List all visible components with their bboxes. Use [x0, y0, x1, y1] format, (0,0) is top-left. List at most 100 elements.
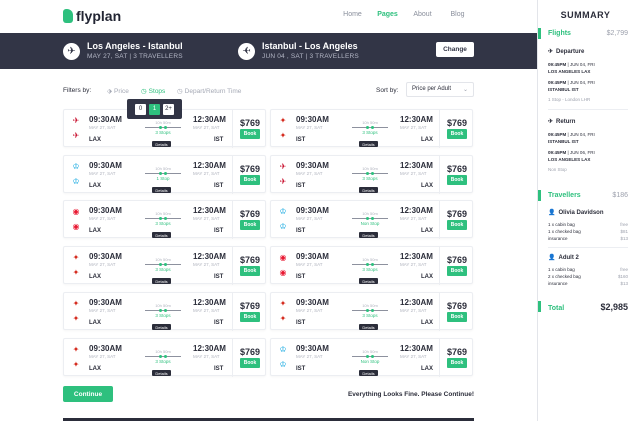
nav-about[interactable]: About — [405, 11, 440, 18]
details-button[interactable]: Details — [359, 232, 378, 238]
flight-card[interactable]: ✈ ✈ 09:30AM MAY 27, SAT IST 10h 50m 3 Stops Det… — [270, 155, 473, 194]
logo[interactable]: flyplan — [63, 8, 121, 24]
stops-count: 3 Stops — [362, 267, 378, 272]
stop-dot — [164, 217, 167, 220]
details-button[interactable]: Details — [152, 187, 171, 193]
book-button[interactable]: Book — [447, 220, 467, 230]
price-column: $769 Book — [439, 201, 474, 239]
price-column: $769 Book — [232, 339, 267, 377]
continue-button[interactable]: Continue — [63, 386, 113, 402]
flight-card[interactable]: ✦ ✦ 09:30AM MAY 27, SAT IST 10h 50m 3 Stops Det… — [270, 109, 473, 148]
departure-city-2: ISTANBUL IST — [548, 87, 579, 92]
origin-code: IST — [296, 137, 306, 143]
filter-price[interactable]: ⬗ Price — [107, 87, 129, 96]
origin-code: IST — [296, 183, 306, 189]
book-button[interactable]: Book — [240, 358, 260, 368]
flight-card[interactable]: ♔ ♔ 09:30AM MAY 27, SAT LAX 10h 50m 1 Stop Deta… — [63, 155, 266, 194]
pax2-row-2: 2 x checked bag $160 — [548, 274, 628, 279]
depart-date: MAY 27, SAT — [296, 125, 323, 130]
book-button[interactable]: Book — [447, 312, 467, 322]
depart-time: 09:30AM — [296, 161, 329, 170]
price: $769 — [446, 209, 468, 219]
return-subtitle: JUN 04 , SAT | 3 TRAVELLERS — [262, 53, 359, 60]
filter-bar: Filters by: ⬗ Price ◷ Stops ◷ Depart/Return… — [63, 82, 474, 98]
depart-date: MAY 27, SAT — [89, 354, 116, 359]
stop-dot — [366, 217, 369, 220]
destination-code: LAX — [421, 228, 433, 234]
book-button[interactable]: Book — [447, 129, 467, 139]
details-button[interactable]: Details — [152, 324, 171, 330]
book-button[interactable]: Book — [240, 129, 260, 139]
price: $769 — [446, 255, 468, 265]
stop-dot — [371, 217, 374, 220]
stops-option-0[interactable]: 0 — [135, 103, 146, 115]
origin-code: LAX — [89, 137, 101, 143]
details-button[interactable]: Details — [359, 187, 378, 193]
change-button[interactable]: Change — [436, 42, 474, 57]
flight-card[interactable]: ◉ ◉ 09:30AM MAY 27, SAT LAX 10h 50m 3 Stops Det… — [63, 200, 266, 239]
price-column: $769 Book — [439, 293, 474, 331]
route-track — [145, 126, 181, 129]
book-button[interactable]: Book — [240, 175, 260, 185]
arrival-date: MAY 27, SAT — [400, 216, 427, 221]
arrival-date: MAY 27, SAT — [193, 171, 220, 176]
maple-leaf-icon: ✦ — [279, 298, 287, 308]
departure-city-1: LOS ANGELES LAX — [548, 69, 591, 74]
depart-time: 09:30AM — [296, 115, 329, 124]
plane-icon: ✈ — [63, 43, 80, 60]
arrival-time: 12:30AM — [193, 344, 226, 353]
flight-card[interactable]: ♔ ♔ 09:30AM MAY 27, SAT IST 10h 50m Non Stop De… — [270, 200, 474, 239]
circle-logo-icon: ◉ — [72, 221, 80, 231]
stop-dot — [159, 355, 162, 358]
book-button[interactable]: Book — [240, 220, 260, 230]
details-button[interactable]: Details — [152, 278, 171, 284]
route-track — [145, 263, 181, 266]
return-line-1: 09:45PM | JUN 04, FRI — [548, 132, 595, 137]
nav-blog[interactable]: Blog — [440, 11, 475, 18]
price: $769 — [239, 347, 261, 357]
flight-card[interactable]: ♔ ♔ 09:30AM MAY 27, SAT IST 10h 50m Non Stop De… — [270, 338, 473, 377]
outbound-title: Los Angeles - Istanbul — [87, 41, 183, 51]
book-button[interactable]: Book — [240, 266, 260, 276]
book-button[interactable]: Book — [447, 175, 467, 185]
departure-line-1: 09:45PM | JUN 04, FRI — [548, 62, 595, 67]
top-nav: flyplan Home Pages About Blog — [0, 0, 537, 32]
details-button[interactable]: Details — [359, 141, 378, 147]
depart-date: MAY 27, SAT — [296, 171, 323, 176]
destination-code: LAX — [421, 366, 433, 372]
arrival-date: MAY 27, SAT — [400, 354, 427, 359]
flight-duration: 10h 50m — [362, 303, 378, 308]
filter-stops[interactable]: ◷ Stops — [141, 87, 165, 96]
details-button[interactable]: Details — [152, 370, 171, 376]
departure-header: ✈ Departure — [548, 48, 585, 56]
book-button[interactable]: Book — [447, 266, 467, 276]
stops-count: 3 Stops — [362, 313, 378, 318]
flight-card[interactable]: ✦ ✦ 09:30AM MAY 27, SAT LAX 10h 50m 3 Stops Det… — [63, 292, 266, 331]
nav-pages[interactable]: Pages — [370, 11, 405, 18]
depart-time: 09:30AM — [89, 115, 122, 124]
flight-card[interactable]: ✦ ✦ 09:30AM MAY 27, SAT LAX 10h 50m 3 Stops Det… — [63, 338, 267, 377]
stops-option-1[interactable]: 1 — [149, 103, 160, 115]
book-button[interactable]: Book — [240, 312, 260, 322]
details-button[interactable]: Details — [359, 278, 378, 284]
flight-duration: 10h 50m — [362, 120, 378, 125]
depart-date: MAY 27, SAT — [296, 354, 323, 359]
nav-home[interactable]: Home — [335, 11, 370, 18]
depart-time: 09:30AM — [296, 206, 329, 215]
stop-dot — [371, 263, 374, 266]
flight-card[interactable]: ✦ ✦ 09:30AM MAY 27, SAT IST 10h 50m 3 Stops Det… — [270, 292, 474, 331]
sort-select[interactable]: Price per Adult ⌄ — [406, 82, 474, 97]
details-button[interactable]: Details — [359, 324, 378, 330]
maple-leaf-icon: ✦ — [72, 313, 80, 323]
stops-count: Non Stop — [360, 221, 380, 226]
filter-depart-return[interactable]: ◷ Depart/Return Time — [177, 87, 241, 96]
depart-time: 09:30AM — [89, 298, 122, 307]
stops-count: 3 Stops — [362, 176, 378, 181]
book-button[interactable]: Book — [447, 358, 467, 368]
stops-option-2plus[interactable]: 2+ — [163, 103, 174, 115]
details-button[interactable]: Details — [359, 370, 378, 376]
flight-card[interactable]: ✦ ✦ 09:30AM MAY 27, SAT LAX 10h 50m 3 Stops Det… — [63, 246, 266, 285]
details-button[interactable]: Details — [152, 141, 171, 147]
flight-card[interactable]: ◉ ◉ 09:30AM MAY 27, SAT IST 10h 50m 3 Stops Det… — [270, 246, 473, 285]
details-button[interactable]: Details — [152, 232, 171, 238]
